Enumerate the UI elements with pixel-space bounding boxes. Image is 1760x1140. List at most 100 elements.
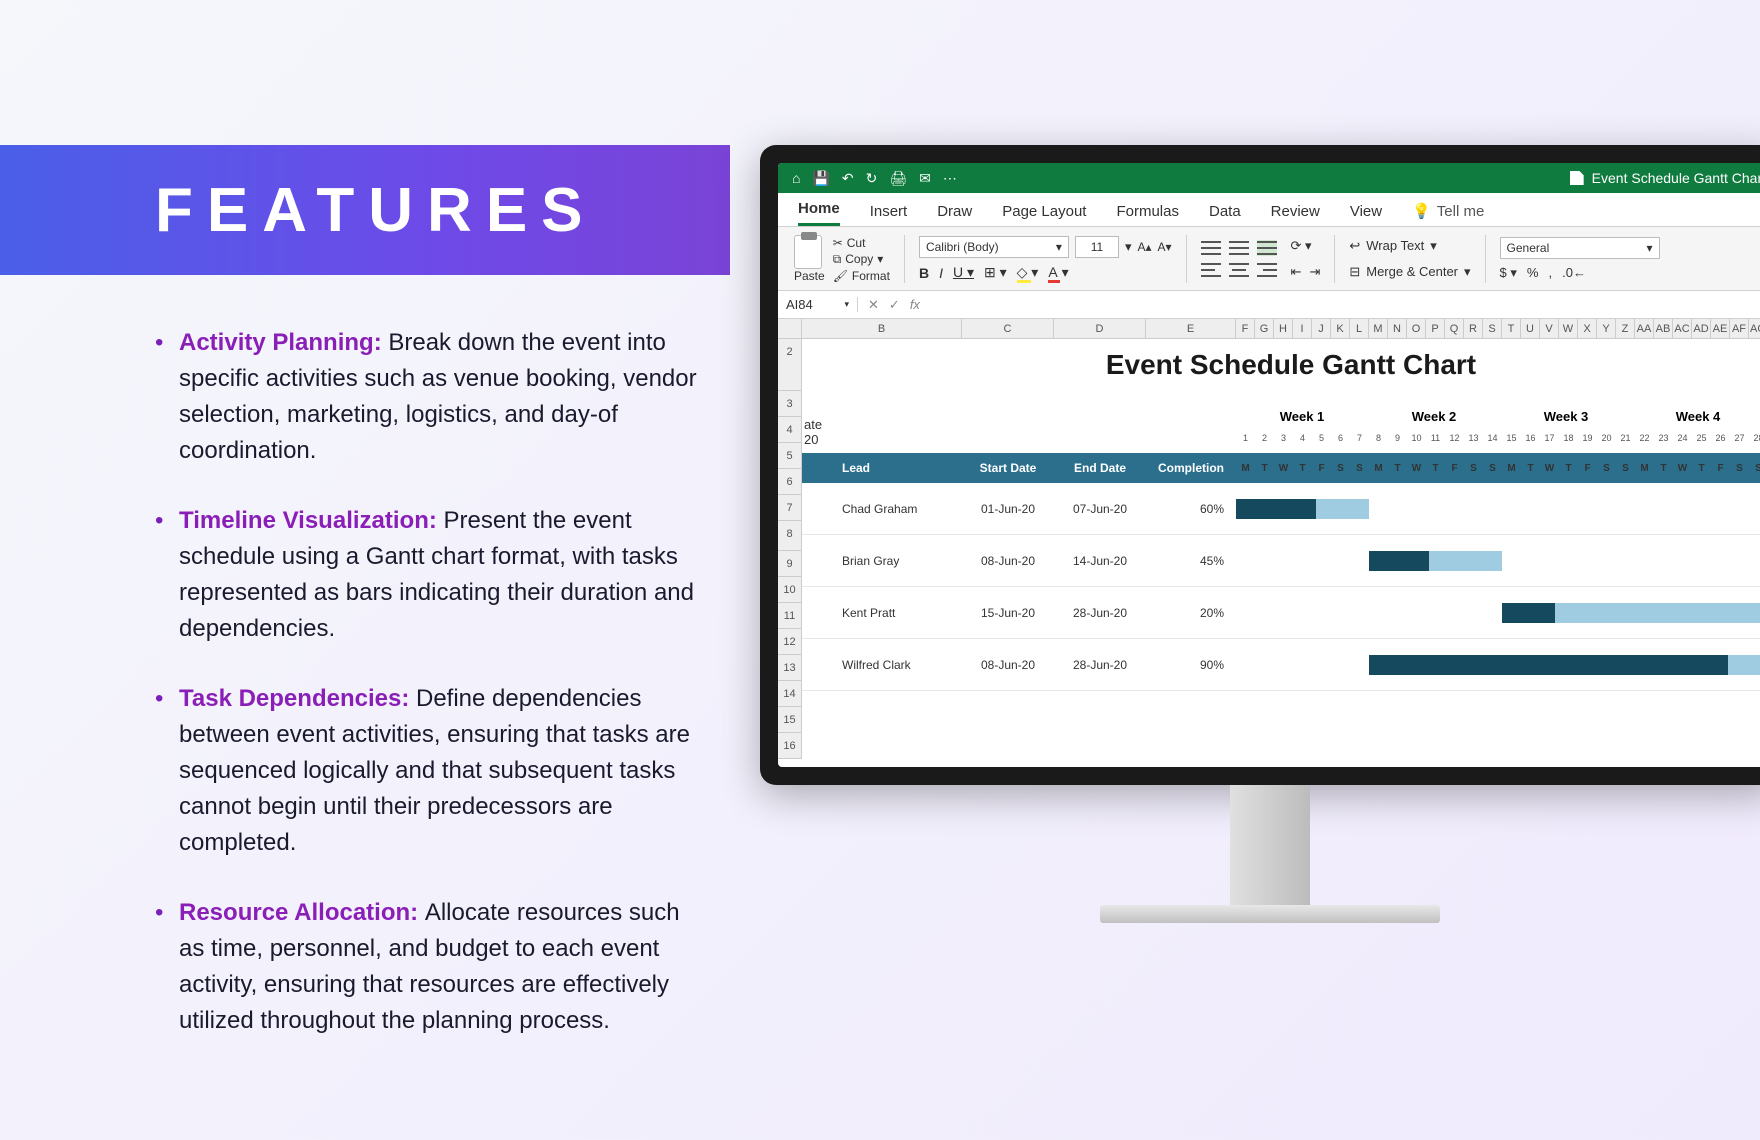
row-header[interactable]: 3: [778, 391, 801, 417]
italic-button[interactable]: I: [939, 265, 943, 281]
redo-icon[interactable]: ↻: [866, 170, 878, 187]
col-header[interactable]: S: [1483, 319, 1502, 338]
col-header[interactable]: M: [1369, 319, 1388, 338]
col-header[interactable]: AD: [1692, 319, 1711, 338]
tell-me-search[interactable]: 💡Tell me: [1412, 202, 1484, 226]
align-right-icon[interactable]: [1257, 262, 1277, 278]
currency-icon[interactable]: $ ▾: [1500, 265, 1517, 281]
col-header[interactable]: W: [1559, 319, 1578, 338]
name-box[interactable]: AI84▾: [778, 297, 858, 312]
col-header[interactable]: Y: [1597, 319, 1616, 338]
row-header[interactable]: 7: [778, 495, 801, 521]
row-header[interactable]: 14: [778, 681, 801, 707]
tab-review[interactable]: Review: [1271, 203, 1320, 226]
col-header[interactable]: Q: [1445, 319, 1464, 338]
undo-icon[interactable]: ↶: [842, 170, 854, 187]
row-header[interactable]: 6: [778, 469, 801, 495]
col-header[interactable]: B: [802, 319, 962, 338]
col-header[interactable]: AA: [1635, 319, 1654, 338]
col-header[interactable]: O: [1407, 319, 1426, 338]
increase-decimal-icon[interactable]: .0←: [1562, 265, 1586, 281]
decrease-font-icon[interactable]: A▾: [1158, 240, 1172, 254]
print-icon[interactable]: 🖨: [889, 170, 907, 187]
mail-icon[interactable]: ✉: [919, 170, 931, 187]
row-header[interactable]: 13: [778, 655, 801, 681]
percent-icon[interactable]: %: [1527, 265, 1539, 281]
ribbon-toolbar: Paste ✂ Cut ⧉ Copy ▾ 🖌 Format Calibri (B…: [778, 227, 1760, 291]
col-header[interactable]: T: [1502, 319, 1521, 338]
font-name-select[interactable]: Calibri (Body)▾: [919, 236, 1069, 258]
increase-font-icon[interactable]: A▴: [1137, 240, 1151, 254]
tab-insert[interactable]: Insert: [870, 203, 908, 226]
day-letter: F: [1578, 463, 1597, 474]
fx-icon[interactable]: fx: [910, 297, 920, 313]
col-header[interactable]: R: [1464, 319, 1483, 338]
tab-home[interactable]: Home: [798, 200, 840, 226]
col-header[interactable]: H: [1274, 319, 1293, 338]
col-header[interactable]: J: [1312, 319, 1331, 338]
orientation-icon[interactable]: ⟳ ▾: [1291, 238, 1321, 254]
row-header[interactable]: 9: [778, 551, 801, 577]
format-painter-button[interactable]: 🖌 Format: [833, 269, 890, 283]
row-header[interactable]: 15: [778, 707, 801, 733]
row-header[interactable]: 10: [778, 577, 801, 603]
merge-center-button[interactable]: ⊟ Merge & Center ▾: [1349, 264, 1470, 280]
col-header[interactable]: C: [962, 319, 1054, 338]
wrap-text-button[interactable]: ↩ Wrap Text ▾: [1349, 238, 1470, 254]
tab-view[interactable]: View: [1350, 203, 1382, 226]
col-header[interactable]: D: [1054, 319, 1146, 338]
col-header[interactable]: AC: [1673, 319, 1692, 338]
increase-indent-icon[interactable]: ⇥: [1309, 264, 1320, 280]
decrease-indent-icon[interactable]: ⇤: [1291, 264, 1302, 280]
row-header[interactable]: 2: [778, 339, 801, 391]
day-letter: T: [1692, 463, 1711, 474]
comma-icon[interactable]: ,: [1548, 265, 1552, 281]
align-left-icon[interactable]: [1201, 262, 1221, 278]
align-top-icon[interactable]: [1201, 240, 1221, 256]
cut-button[interactable]: ✂ Cut: [833, 236, 890, 250]
col-header[interactable]: X: [1578, 319, 1597, 338]
row-header[interactable]: 5: [778, 443, 801, 469]
col-header[interactable]: U: [1521, 319, 1540, 338]
row-header[interactable]: 4: [778, 417, 801, 443]
underline-button[interactable]: U ▾: [953, 264, 974, 281]
col-header[interactable]: N: [1388, 319, 1407, 338]
more-icon[interactable]: ⋯: [943, 170, 957, 187]
row-header[interactable]: 16: [778, 733, 801, 759]
align-center-icon[interactable]: [1229, 262, 1249, 278]
number-format-select[interactable]: General▾: [1500, 237, 1660, 259]
col-header[interactable]: F: [1236, 319, 1255, 338]
col-header[interactable]: P: [1426, 319, 1445, 338]
col-header[interactable]: E: [1146, 319, 1236, 338]
col-header[interactable]: I: [1293, 319, 1312, 338]
tab-page-layout[interactable]: Page Layout: [1002, 203, 1086, 226]
paste-icon[interactable]: [794, 235, 822, 269]
col-header[interactable]: L: [1350, 319, 1369, 338]
col-header[interactable]: V: [1540, 319, 1559, 338]
col-header[interactable]: Z: [1616, 319, 1635, 338]
font-size-select[interactable]: 11: [1075, 236, 1119, 258]
col-header[interactable]: K: [1331, 319, 1350, 338]
align-bottom-icon[interactable]: [1257, 240, 1277, 256]
tab-data[interactable]: Data: [1209, 203, 1241, 226]
bold-button[interactable]: B: [919, 265, 929, 281]
copy-button[interactable]: ⧉ Copy ▾: [833, 252, 890, 267]
col-header[interactable]: AF: [1730, 319, 1749, 338]
col-header[interactable]: AE: [1711, 319, 1730, 338]
col-header[interactable]: G: [1255, 319, 1274, 338]
enter-icon[interactable]: ✓: [889, 297, 900, 313]
tab-draw[interactable]: Draw: [937, 203, 972, 226]
tab-formulas[interactable]: Formulas: [1116, 203, 1179, 226]
font-color-button[interactable]: A ▾: [1048, 264, 1068, 281]
row-header[interactable]: 11: [778, 603, 801, 629]
col-header[interactable]: AG: [1749, 319, 1760, 338]
cancel-icon[interactable]: ✕: [868, 297, 879, 313]
row-header[interactable]: 12: [778, 629, 801, 655]
col-header[interactable]: AB: [1654, 319, 1673, 338]
save-icon[interactable]: 💾: [812, 170, 829, 187]
fill-color-button[interactable]: ◇ ▾: [1017, 264, 1039, 281]
home-icon[interactable]: ⌂: [792, 170, 800, 187]
row-header[interactable]: 8: [778, 521, 801, 551]
border-button[interactable]: ⊞ ▾: [984, 264, 1007, 281]
align-middle-icon[interactable]: [1229, 240, 1249, 256]
